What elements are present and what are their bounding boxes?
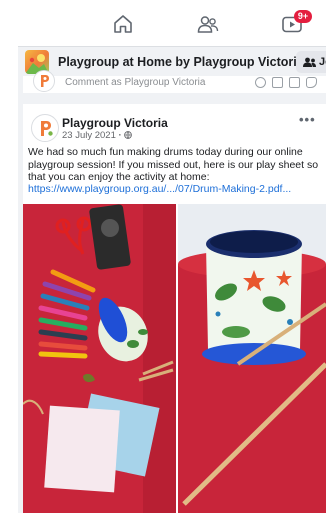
post-author-name[interactable]: Playgroup Victoria bbox=[62, 116, 168, 130]
decorated-drum-photo[interactable] bbox=[178, 204, 326, 513]
comment-placeholder: Comment as Playgroup Victoria bbox=[65, 77, 206, 88]
home-icon[interactable] bbox=[111, 12, 135, 36]
groups-icon[interactable] bbox=[196, 12, 220, 36]
craft-supplies-photo[interactable] bbox=[23, 204, 176, 513]
post-options-icon[interactable]: ••• bbox=[299, 112, 316, 127]
comment-box: Comment as Playgroup Victoria bbox=[23, 70, 326, 93]
globe-icon bbox=[124, 131, 133, 139]
join-group-icon bbox=[303, 57, 316, 67]
post-date-text: 23 July 2021 bbox=[62, 130, 116, 141]
commenter-avatar bbox=[33, 70, 55, 92]
feed: Comment as Playgroup Victoria Playgroup … bbox=[18, 70, 326, 513]
notification-badge: 9+ bbox=[294, 10, 312, 23]
post-author-avatar[interactable] bbox=[31, 114, 59, 142]
join-group-button[interactable]: Jo bbox=[296, 51, 326, 73]
comment-input[interactable]: Comment as Playgroup Victoria bbox=[59, 77, 317, 91]
group-title[interactable]: Playgroup at Home by Playgroup Victoria bbox=[58, 55, 304, 69]
sticker-icon[interactable] bbox=[306, 77, 317, 88]
emoji-icon[interactable] bbox=[255, 77, 266, 88]
group-header-bar: Playgroup at Home by Playgroup Victoria … bbox=[18, 46, 326, 78]
post-text: We had so much fun making drums today du… bbox=[28, 146, 319, 183]
join-group-label: Jo bbox=[319, 56, 326, 68]
camera-icon[interactable] bbox=[272, 77, 283, 88]
top-navigation: 9+ bbox=[0, 0, 326, 46]
post-link[interactable]: https://www.playgroup.org.au/.../07/Drum… bbox=[28, 183, 322, 195]
post-date[interactable]: 23 July 2021 · bbox=[62, 130, 133, 141]
gif-icon[interactable] bbox=[289, 77, 300, 88]
post: Playgroup Victoria 23 July 2021 · ••• We… bbox=[23, 104, 326, 513]
